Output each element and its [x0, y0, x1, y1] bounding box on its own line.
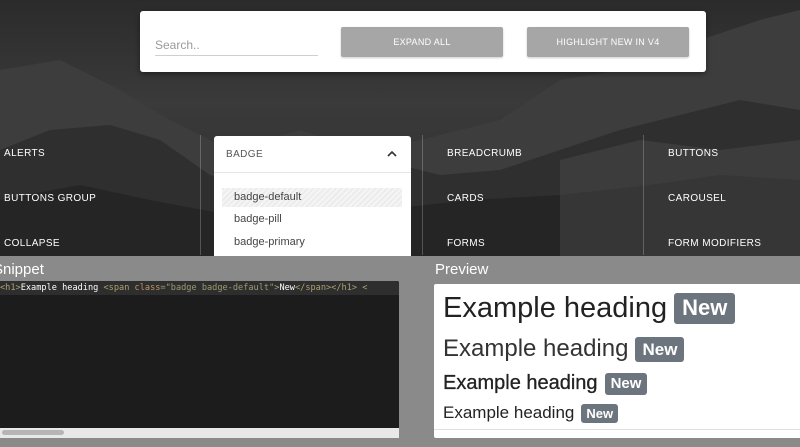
status-badge: New — [635, 336, 685, 362]
preview-h3: Example heading New — [443, 372, 648, 395]
nav-item-forms[interactable]: FORMS — [447, 238, 485, 249]
nav-item-cards[interactable]: CARDS — [447, 193, 484, 204]
preview-heading: Example heading — [443, 403, 575, 422]
preview-heading: Example heading — [443, 335, 629, 362]
nav-item-buttons-group[interactable]: BUTTONS GROUP — [4, 193, 96, 204]
preview-h4: Example heading New — [443, 403, 619, 423]
badge-dropdown: BADGE badge-default badge-pill badge-pri… — [214, 136, 411, 256]
expand-all-button[interactable]: EXPAND ALL — [341, 27, 503, 57]
dropdown-item-badge-primary[interactable]: badge-primary — [222, 233, 402, 252]
dropdown-item-badge-pill[interactable]: badge-pill — [222, 210, 402, 229]
dropdown-header[interactable]: BADGE — [214, 136, 411, 173]
snippet-title: Snippet — [0, 261, 44, 278]
dropdown-title: BADGE — [226, 149, 264, 160]
code-line: <h1>Example heading <span class="badge b… — [0, 281, 399, 295]
preview-h1: Example heading New — [443, 292, 736, 325]
nav-item-collapse[interactable]: COLLAPSE — [4, 238, 60, 249]
preview-heading: Example heading — [443, 372, 598, 394]
status-badge: New — [604, 372, 648, 395]
chevron-up-icon[interactable] — [387, 149, 397, 159]
nav-item-carousel[interactable]: CAROUSEL — [668, 193, 726, 204]
nav-item-breadcrumb[interactable]: BREADCRUMB — [447, 148, 522, 159]
nav-item-alerts[interactable]: ALERTS — [4, 148, 45, 159]
column-divider — [200, 135, 201, 255]
dropdown-item-badge-default[interactable]: badge-default — [222, 188, 402, 207]
scroll-thumb[interactable] — [2, 430, 64, 435]
preview-title: Preview — [435, 261, 489, 278]
code-editor[interactable]: <h1>Example heading <span class="badge b… — [0, 281, 399, 438]
column-divider — [422, 135, 423, 255]
status-badge: New — [674, 293, 736, 324]
search-card: EXPAND ALL HIGHLIGHT NEW IN V4 — [140, 11, 706, 72]
search-input[interactable] — [155, 34, 318, 56]
highlight-new-button[interactable]: HIGHLIGHT NEW IN V4 — [527, 27, 689, 57]
status-badge: New — [581, 403, 619, 423]
nav-item-form-modifiers[interactable]: FORM MODIFIERS — [668, 238, 761, 249]
preview-box: Example heading New Example heading New … — [434, 284, 800, 438]
column-divider — [643, 135, 644, 255]
divider — [434, 429, 800, 430]
horizontal-scrollbar[interactable] — [0, 428, 399, 438]
preview-h2: Example heading New — [443, 335, 685, 363]
preview-heading: Example heading — [443, 292, 668, 324]
nav-item-buttons[interactable]: BUTTONS — [668, 148, 718, 159]
